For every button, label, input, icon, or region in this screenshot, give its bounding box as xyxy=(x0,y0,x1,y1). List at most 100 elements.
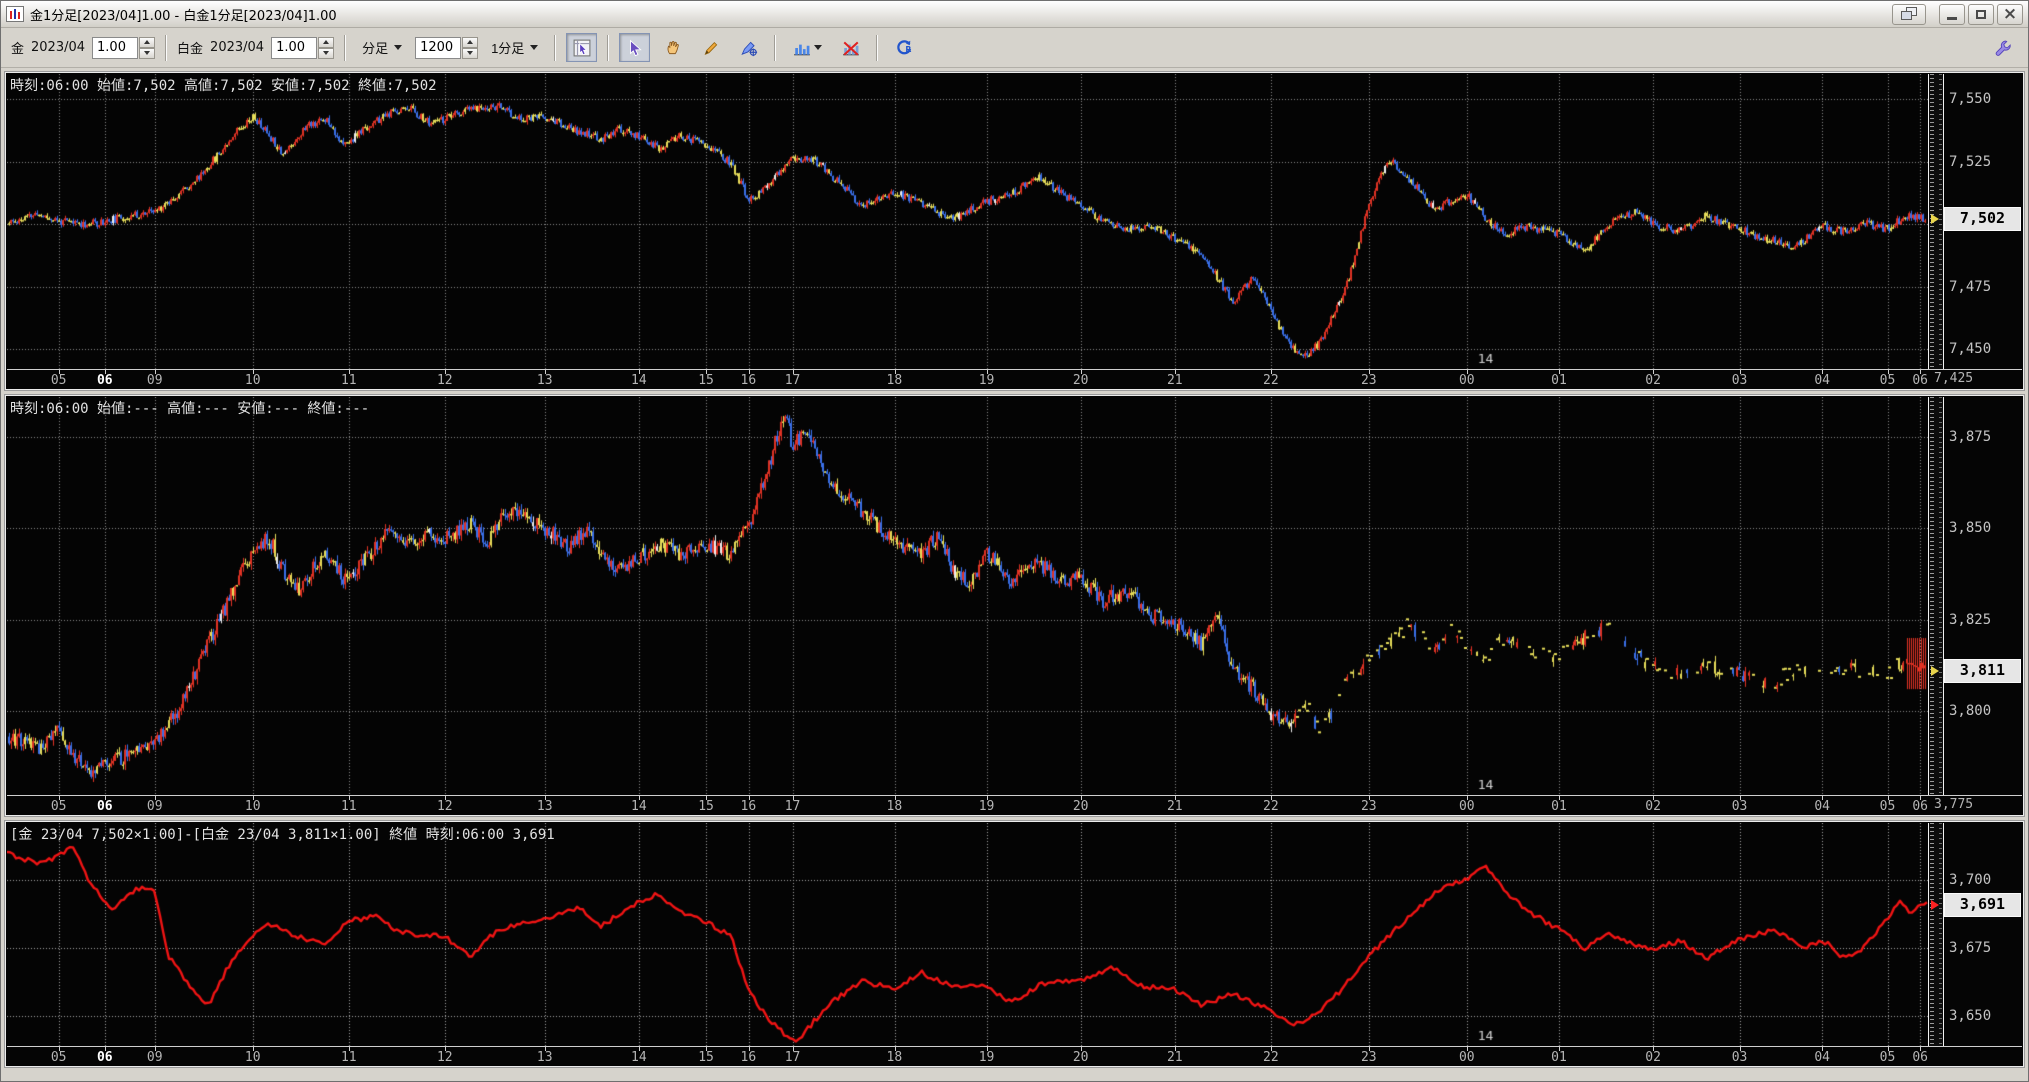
refresh-button[interactable]: R xyxy=(888,33,919,62)
settings-wrench-button[interactable] xyxy=(1987,33,2018,62)
chevron-down-icon xyxy=(813,45,822,50)
x-axis-tick-label: 00 xyxy=(1458,799,1475,814)
x-axis-tick-label: 22 xyxy=(1263,1050,1279,1065)
platinum-multiplier-spinner: 1.00 xyxy=(271,36,335,59)
x-axis-tick-label: 06 xyxy=(96,1050,113,1065)
x-axis-tick-label: 17 xyxy=(784,799,801,814)
spread-current-price-badge: 3,691 xyxy=(1944,892,2021,917)
x-axis-tick-label: 12 xyxy=(436,799,453,814)
corner-tick-label: 7,425 xyxy=(1934,371,1974,386)
gold-contract-label[interactable]: 2023/04 xyxy=(31,40,85,55)
close-button[interactable] xyxy=(1997,3,2023,25)
x-axis-tick-label: 14 xyxy=(631,373,647,388)
draw-pen-crosshair-button[interactable] xyxy=(733,33,764,62)
x-axis-tick-label: 15 xyxy=(698,1050,714,1065)
cascade-windows-button[interactable] xyxy=(1892,3,1926,25)
platinum-current-price-badge: 3,811 xyxy=(1944,658,2021,683)
spread-axis-corner xyxy=(1928,1046,2022,1065)
minimize-button[interactable] xyxy=(1939,3,1965,25)
pointer-tool-button[interactable] xyxy=(619,33,651,62)
x-axis-tick-label: 19 xyxy=(978,1050,995,1065)
spread-plot-area: [金 23/04 7,502×1.00]-[白金 23/04 3,811×1.0… xyxy=(7,823,1928,1046)
x-axis-tick-label: 01 xyxy=(1551,799,1567,814)
platinum-multiplier-increment-button[interactable] xyxy=(318,36,335,48)
gold-x-axis: 05 06 09 10 11 12 13 14 15 16 17 18 19 20 21 22 23 00 01 02… xyxy=(7,369,1928,388)
spread-line-canvas[interactable] xyxy=(7,823,1928,1046)
corner-tick-label: 3,775 xyxy=(1934,797,1974,812)
y-axis-tick-label: 3,875 xyxy=(1949,429,1992,446)
x-axis-tick-label: 23 xyxy=(1360,799,1377,814)
bar-interval-dropdown[interactable]: 1分足 xyxy=(485,34,544,61)
gold-label: 金 xyxy=(11,42,25,57)
refresh-icon: R xyxy=(897,39,911,54)
x-axis-tick-label: 05 xyxy=(1879,1050,1896,1065)
x-axis-tick-label: 02 xyxy=(1645,799,1661,814)
x-axis-tick-label: 16 xyxy=(740,1050,757,1065)
x-axis-tick-label: 13 xyxy=(536,799,553,814)
platinum-label: 白金 xyxy=(177,42,204,57)
platinum-axis-corner: 3,775 xyxy=(1928,795,2022,814)
triangle-up-icon xyxy=(323,40,330,44)
platinum-ohlc-readout: 時刻:06:00 始値:--- 高値:--- 安値:--- 終値:--- xyxy=(10,401,370,417)
titlebar[interactable]: 金1分足[2023/04]1.00 - 白金1分足[2023/04]1.00 xyxy=(1,1,2028,28)
platinum-multiplier-value[interactable]: 1.00 xyxy=(271,36,318,59)
x-axis-tick-label: 17 xyxy=(784,373,801,388)
maximize-icon xyxy=(1976,9,1986,19)
gold-y-axis-labels: 7,502 7,550 7,525 7,475 7,450 xyxy=(1944,74,2022,369)
gold-ohlc-readout: 時刻:06:00 始値:7,502 高値:7,502 安値:7,502 終値:7… xyxy=(10,78,437,94)
x-axis-tick-label: 02 xyxy=(1645,373,1661,388)
y-axis-tick-label: 3,800 xyxy=(1949,703,1992,720)
x-axis-tick-label: 05 xyxy=(50,799,67,814)
triangle-up-icon xyxy=(467,40,474,44)
y-axis-tick-label: 3,825 xyxy=(1949,611,1992,628)
pan-hand-button[interactable] xyxy=(657,33,688,62)
x-axis-tick-label: 23 xyxy=(1360,373,1377,388)
triangle-down-icon xyxy=(467,51,474,55)
x-axis-tick-label: 05 xyxy=(50,373,67,388)
chart-pointer-button[interactable] xyxy=(566,33,598,62)
platinum-price-scale[interactable] xyxy=(1928,397,1944,795)
pointer-icon xyxy=(629,39,642,56)
gold-multiplier-increment-button[interactable] xyxy=(139,36,156,48)
gold-price-scale[interactable] xyxy=(1928,74,1944,369)
current-price-marker xyxy=(1931,665,1939,676)
x-axis-tick-label: 15 xyxy=(698,373,714,388)
bar-count-decrement-button[interactable] xyxy=(462,47,479,59)
bar-chart-icon xyxy=(793,44,810,55)
bar-type-dropdown[interactable]: 分足 xyxy=(356,34,408,61)
x-axis-tick-label: 03 xyxy=(1731,373,1748,388)
gold-axis-corner: 7,425 xyxy=(1928,369,2022,388)
gold-candles-canvas[interactable] xyxy=(7,74,1928,369)
toolbar-separator xyxy=(344,34,347,61)
gold-multiplier-decrement-button[interactable] xyxy=(139,47,156,59)
gold-multiplier-value[interactable]: 1.00 xyxy=(92,36,139,59)
x-axis-tick-label: 18 xyxy=(886,799,903,814)
triangle-down-icon xyxy=(323,51,330,55)
platinum-multiplier-decrement-button[interactable] xyxy=(318,47,335,59)
close-icon xyxy=(2003,6,2017,23)
chart-remove-button[interactable] xyxy=(835,33,866,62)
maximize-button[interactable] xyxy=(1968,3,1994,25)
platinum-chart-panel: 時刻:06:00 始値:--- 高値:--- 安値:--- 終値:--- 3,8… xyxy=(4,394,2025,817)
gold-current-price-badge: 7,502 xyxy=(1944,207,2021,231)
bar-count-value[interactable]: 1200 xyxy=(415,36,462,59)
x-axis-tick-label: 09 xyxy=(146,799,163,814)
x-axis-tick-label: 04 xyxy=(1814,373,1830,388)
bar-count-increment-button[interactable] xyxy=(462,36,479,48)
toolbar-separator xyxy=(774,34,777,61)
x-axis-tick-label: 01 xyxy=(1551,1050,1567,1065)
x-axis-tick-label: 21 xyxy=(1166,373,1183,388)
chart-panels: 時刻:06:00 始値:7,502 高値:7,502 安値:7,502 終値:7… xyxy=(1,68,2028,1068)
x-axis-tick-label: 04 xyxy=(1814,1050,1830,1065)
spread-price-scale[interactable] xyxy=(1928,823,1944,1046)
platinum-contract-label[interactable]: 2023/04 xyxy=(210,40,264,55)
spread-x-axis: 05 06 09 10 11 12 13 14 15 16 17 18 19 20 21 22 23 00 01 02… xyxy=(7,1046,1928,1065)
gold-plot-area: 時刻:06:00 始値:7,502 高値:7,502 安値:7,502 終値:7… xyxy=(7,74,1928,369)
platinum-candles-canvas[interactable] xyxy=(7,397,1928,795)
draw-pen-crosshair-icon xyxy=(741,41,757,56)
x-axis-tick-label: 09 xyxy=(146,1050,163,1065)
draw-pencil-button[interactable] xyxy=(695,33,726,62)
x-axis-tick-label: 19 xyxy=(978,799,995,814)
x-axis-tick-label: 22 xyxy=(1263,799,1279,814)
chart-style-dropdown-button[interactable] xyxy=(786,33,828,62)
